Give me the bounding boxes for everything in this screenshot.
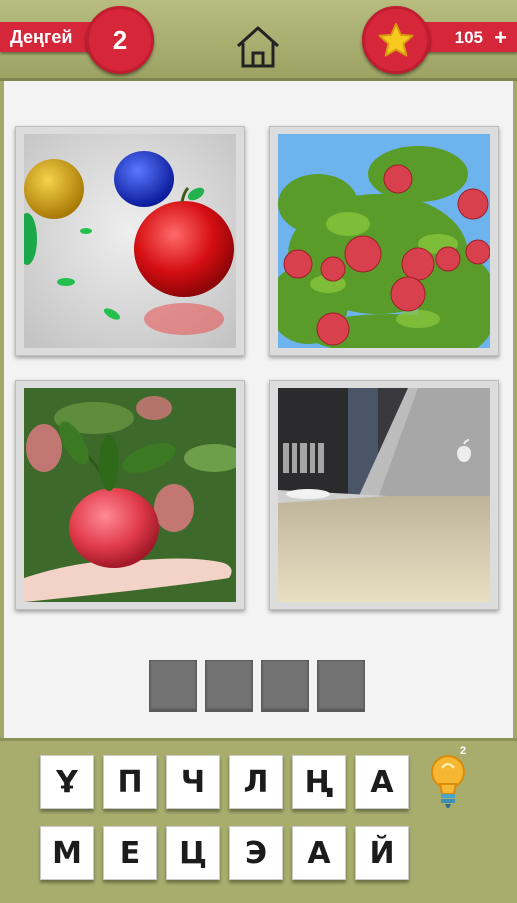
home-icon	[236, 26, 280, 68]
star-badge	[362, 6, 430, 74]
apple-tree-image	[278, 134, 490, 348]
letter-tile[interactable]: Ң	[292, 755, 346, 809]
star-icon	[378, 22, 414, 57]
picture-3[interactable]	[15, 380, 245, 610]
add-coins-button[interactable]: +	[494, 25, 507, 51]
letter-tile[interactable]: Е	[103, 826, 157, 880]
top-bar: Деңгей 2 105 +	[0, 0, 517, 81]
letter-tile[interactable]: Ұ	[40, 755, 94, 809]
letter-tile[interactable]: М	[40, 826, 94, 880]
letter-tile[interactable]: Ч	[166, 755, 220, 809]
picture-1[interactable]	[15, 126, 245, 356]
letter-tile[interactable]: А	[355, 755, 409, 809]
letter-tile[interactable]: Й	[355, 826, 409, 880]
answer-slot-4[interactable]	[317, 660, 365, 712]
laptop-logo-image	[278, 388, 490, 602]
level-number-badge: 2	[86, 6, 154, 74]
glass-apples-image	[24, 134, 236, 348]
letter-tile[interactable]: Э	[229, 826, 283, 880]
coin-count: 105	[454, 28, 483, 47]
lightbulb-icon	[431, 755, 465, 808]
answer-slot-2[interactable]	[205, 660, 253, 712]
level-label: Деңгей	[10, 27, 73, 47]
hint-button[interactable]	[428, 750, 468, 810]
letter-tile[interactable]: П	[103, 755, 157, 809]
picture-2[interactable]	[269, 126, 499, 356]
letter-tile[interactable]: Ц	[166, 826, 220, 880]
answer-slot-1[interactable]	[149, 660, 197, 712]
letter-tile[interactable]: А	[292, 826, 346, 880]
apple-in-hand-image	[24, 388, 236, 602]
answer-slot-3[interactable]	[261, 660, 309, 712]
picture-4[interactable]	[269, 380, 499, 610]
letter-tile[interactable]: Л	[229, 755, 283, 809]
hint-count: 2	[460, 745, 467, 757]
home-button[interactable]	[234, 24, 282, 70]
